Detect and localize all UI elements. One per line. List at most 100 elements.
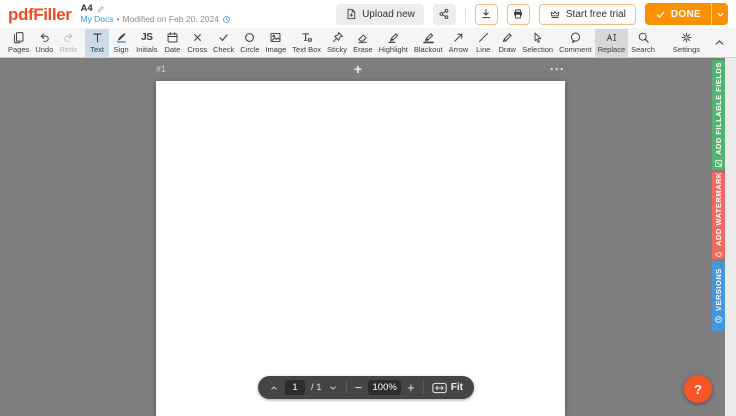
done-label: DONE (671, 9, 701, 20)
toolbar-item-text[interactable]: Text (85, 29, 109, 57)
toolbar-item-image[interactable]: Image (262, 29, 289, 57)
toolbar-item-comment[interactable]: Comment (556, 29, 595, 57)
page-options-button[interactable]: ··· (550, 66, 565, 72)
toolbar-item-erase[interactable]: Erase (350, 29, 376, 57)
share-button[interactable] (433, 4, 456, 25)
text-icon (91, 31, 104, 45)
pdffiller-logo[interactable]: pdfFiller (8, 6, 71, 23)
versions-icon (714, 315, 723, 324)
done-button[interactable]: DONE (645, 3, 711, 25)
arrow-icon (452, 31, 465, 45)
erase-icon (356, 31, 369, 45)
right-rail (725, 58, 736, 416)
help-button[interactable]: ? (684, 375, 712, 403)
fit-label: Fit (451, 382, 463, 393)
toolbar-item-replace[interactable]: Replace (595, 29, 629, 57)
toolbar-item-search[interactable]: Search (628, 29, 658, 57)
page-number-badge: #1 (156, 64, 166, 74)
document-title: A4 (80, 4, 92, 14)
my-docs-link[interactable]: My Docs (80, 15, 113, 24)
start-free-trial-label: Start free trial (566, 9, 626, 20)
toolbar-item-collapse-toolbar[interactable] (707, 29, 731, 57)
initials-icon: JS (141, 31, 152, 45)
toolbar-item-date[interactable]: Date (160, 29, 184, 57)
editor-toolbar: Pages Undo Redo Text Sign JS (0, 28, 736, 58)
replace-icon (605, 31, 618, 45)
toolbar-item-draw[interactable]: Draw (495, 29, 519, 57)
modified-text: Modified on Feb 20, 2024 (123, 15, 219, 24)
redo-icon (62, 31, 75, 45)
add-page-button[interactable]: + (354, 64, 362, 74)
document-title-row: A4 (80, 4, 230, 14)
history-clock-icon (222, 15, 231, 24)
fit-page-button[interactable]: Fit (432, 382, 463, 394)
prev-page-button[interactable] (269, 383, 279, 393)
separator-dot: • (117, 15, 120, 24)
print-button[interactable] (507, 4, 530, 25)
search-icon (637, 31, 650, 45)
side-tab-versions[interactable]: VERSIONS (712, 261, 725, 331)
toolbar-item-check[interactable]: Check (210, 29, 237, 57)
circle-icon (243, 31, 256, 45)
toolbar-item-text-box[interactable]: Text Box (289, 29, 324, 57)
toolbar-left-group: Pages Undo Redo (5, 28, 80, 57)
draw-icon (501, 31, 514, 45)
fillable-fields-icon (714, 159, 723, 168)
textbox-icon (300, 31, 313, 45)
sticky-icon (331, 31, 344, 45)
collapse-toolbar-icon (713, 36, 726, 50)
chevron-down-icon (715, 9, 726, 20)
upload-doc-icon (345, 8, 357, 20)
fit-width-icon (432, 382, 447, 394)
pdffiller-app: pdfFiller A4 My Docs • Modified on Feb 2… (0, 0, 736, 416)
edit-pencil-icon[interactable] (96, 5, 105, 14)
done-button-group: DONE (645, 3, 728, 25)
toolbar-item-blackout[interactable]: Blackout (411, 29, 446, 57)
download-icon (480, 8, 492, 20)
toolbar-item-highlight[interactable]: Highlight (376, 29, 411, 57)
comment-icon (569, 31, 582, 45)
sign-icon (115, 31, 128, 45)
toolbar-item-circle[interactable]: Circle (237, 29, 262, 57)
toolbar-item-selection[interactable]: Selection (519, 29, 556, 57)
toolbar-item-line[interactable]: Line (471, 29, 495, 57)
line-icon (477, 31, 490, 45)
document-page[interactable] (156, 81, 565, 416)
toolbar-item-sticky[interactable]: Sticky (324, 29, 350, 57)
share-icon (438, 8, 450, 20)
download-button[interactable] (475, 4, 498, 25)
toolbar-item-settings[interactable]: Settings (670, 29, 703, 57)
toolbar-item-cross[interactable]: Cross (184, 29, 210, 57)
toolbar-item-sign[interactable]: Sign (109, 29, 133, 57)
document-meta: A4 My Docs • Modified on Feb 20, 2024 (80, 4, 230, 24)
toolbar-item-undo[interactable]: Undo (32, 29, 56, 57)
side-tabs: ADD FILLABLE FIELDS ADD WATERMARK VERSIO… (712, 58, 725, 416)
page-number-input[interactable]: 1 (285, 380, 305, 395)
editor-canvas: #1 + ··· ADD FILLABLE FIELDS ADD WATERMA… (0, 58, 736, 416)
page-navigator: 1 / 1 − 100% + Fit (258, 376, 474, 399)
next-page-button[interactable] (328, 383, 338, 393)
toolbar-item-initials[interactable]: JS Initials (133, 29, 160, 57)
toolbar-item-arrow[interactable]: Arrow (446, 29, 472, 57)
zoom-in-button[interactable]: + (407, 381, 415, 394)
toolbar-item-redo[interactable]: Redo (56, 29, 80, 57)
start-free-trial-button[interactable]: Start free trial (539, 4, 636, 25)
side-tab-add-watermark[interactable]: ADD WATERMARK (712, 172, 725, 259)
pager-divider (346, 381, 347, 394)
done-menu-button[interactable] (711, 3, 728, 25)
selection-icon (531, 31, 544, 45)
zoom-level-input[interactable]: 100% (368, 380, 401, 395)
document-subtitle-row: My Docs • Modified on Feb 20, 2024 (80, 15, 230, 24)
app-header: pdfFiller A4 My Docs • Modified on Feb 2… (0, 0, 736, 28)
check-icon (655, 9, 666, 20)
settings-icon (680, 31, 693, 45)
toolbar-main-group: Text Sign JS Initials Date Cross Check (85, 28, 556, 57)
upload-new-button[interactable]: Upload new (336, 4, 424, 25)
image-icon (269, 31, 282, 45)
side-tab-add-fillable-fields[interactable]: ADD FILLABLE FIELDS (712, 60, 725, 170)
toolbar-item-pages[interactable]: Pages (5, 29, 32, 57)
cross-icon (191, 31, 204, 45)
date-icon (166, 31, 179, 45)
zoom-out-button[interactable]: − (355, 381, 363, 394)
crown-icon (549, 8, 561, 20)
